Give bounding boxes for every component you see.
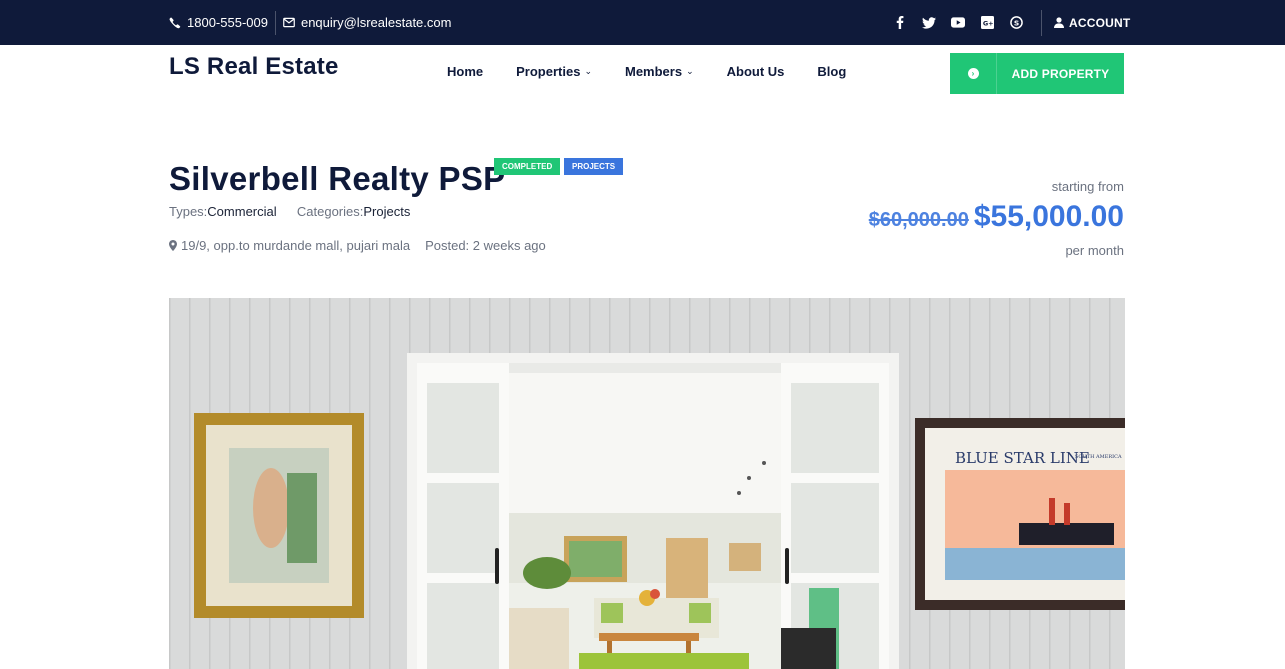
property-photo[interactable]: BLUE STAR LINE SOUTH AMERICA <box>169 298 1125 669</box>
status-badge-projects[interactable]: PROJECTS <box>564 158 624 175</box>
property-taxonomy: Types:Commercial Categories:Projects <box>169 204 410 219</box>
nav-members[interactable]: Members ⌄ <box>625 64 694 79</box>
phone-link[interactable]: 1800-555-009 <box>169 15 268 30</box>
old-price: $60,000.00 <box>868 209 969 231</box>
types-label: Types: <box>169 204 208 219</box>
envelope-icon <box>283 17 295 28</box>
chevron-down-icon: ⌄ <box>584 66 592 76</box>
starting-from-label: starting from <box>1051 179 1124 194</box>
twitter-icon[interactable] <box>922 16 936 30</box>
categories-label: Categories: <box>296 204 364 219</box>
nav-blog[interactable]: Blog <box>817 64 846 79</box>
svg-text:G+: G+ <box>982 19 993 27</box>
social-links: G+ S <box>893 0 1023 45</box>
phone-number: 1800-555-009 <box>187 15 268 30</box>
posted-date: Posted: 2 weeks ago <box>425 238 546 253</box>
email-address: enquiry@lsrealestate.com <box>300 15 452 30</box>
account-link[interactable]: ACCOUNT <box>1054 0 1130 45</box>
price-period: per month <box>1065 243 1124 258</box>
nav-label: Properties <box>516 64 581 79</box>
email-link[interactable]: enquiry@lsrealestate.com <box>283 15 451 30</box>
add-property-button[interactable]: › ADD PROPERTY <box>950 53 1124 94</box>
skype-icon[interactable]: S <box>1009 16 1023 30</box>
status-badge-completed[interactable]: COMPLETED <box>494 158 561 175</box>
nav-label: Blog <box>817 64 847 79</box>
price-block: starting from $60,000.00 $55,000.00 per … <box>869 179 1124 258</box>
divider <box>274 10 276 35</box>
property-title: Silverbell Realty PSP <box>169 160 506 197</box>
google-plus-icon[interactable]: G+ <box>980 16 994 30</box>
property-address: 19/9, opp.to murdande mall, pujari mala <box>181 238 411 253</box>
nav-label: Members <box>624 64 683 79</box>
user-icon <box>1054 17 1064 28</box>
main-nav: Home Properties ⌄ Members ⌄ About Us Blo… <box>447 64 879 79</box>
chevron-down-icon: ⌄ <box>686 66 694 76</box>
types-value[interactable]: Commercial <box>207 204 276 219</box>
add-property-label: ADD PROPERTY <box>1011 66 1110 81</box>
nav-about-us[interactable]: About Us <box>727 64 785 79</box>
svg-text:S: S <box>1013 18 1018 27</box>
nav-label: Home <box>447 64 484 79</box>
categories-value[interactable]: Projects <box>363 204 410 219</box>
contact-info: 1800-555-009 enquiry@lsrealestate.com <box>169 0 451 45</box>
poster-subtitle: SOUTH AMERICA <box>1075 454 1122 460</box>
arrow-circle-icon: › <box>950 53 997 94</box>
property-location: 19/9, opp.to murdande mall, pujari mala … <box>169 238 546 253</box>
facebook-icon[interactable] <box>893 16 907 30</box>
phone-icon <box>169 17 181 28</box>
map-pin-icon <box>169 240 177 251</box>
current-price: $55,000.00 <box>973 200 1124 233</box>
youtube-icon[interactable] <box>951 16 965 30</box>
top-bar: 1800-555-009 enquiry@lsrealestate.com G+… <box>0 0 1285 45</box>
nav-home[interactable]: Home <box>447 64 483 79</box>
site-logo[interactable]: LS Real Estate <box>169 53 339 81</box>
account-label: ACCOUNT <box>1069 15 1131 30</box>
divider <box>1041 10 1042 36</box>
poster-title: BLUE STAR LINE <box>955 449 1090 467</box>
nav-properties[interactable]: Properties ⌄ <box>516 64 592 79</box>
nav-label: About Us <box>726 64 785 79</box>
